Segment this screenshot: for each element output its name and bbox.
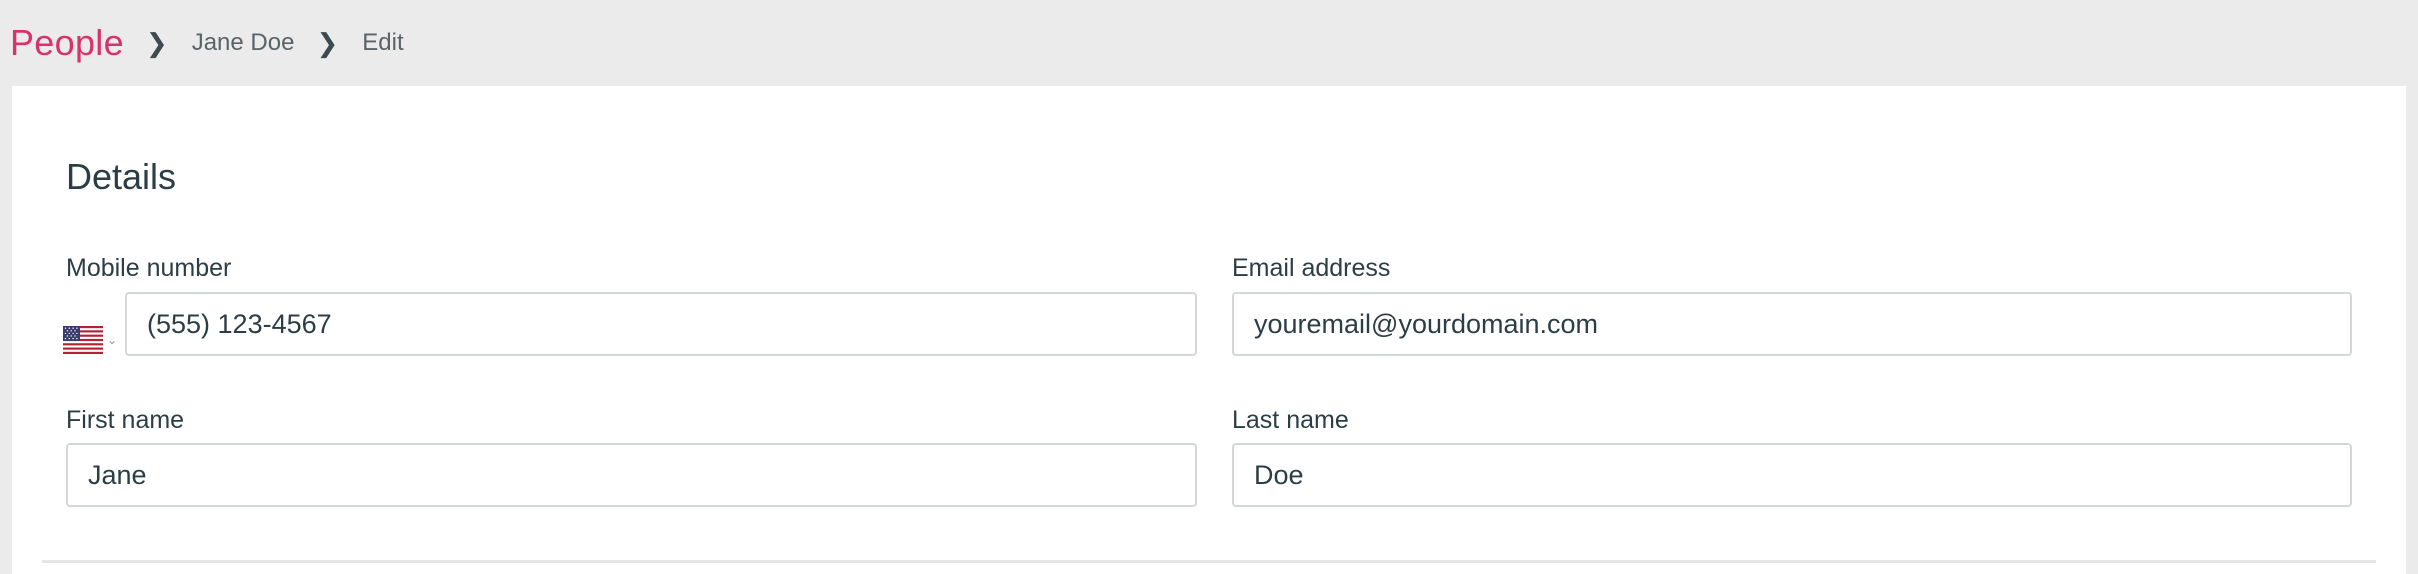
- section-title: Details: [66, 156, 177, 197]
- last-name-label: Last name: [1232, 406, 1349, 434]
- breadcrumb-current: Edit: [362, 29, 404, 56]
- mobile-number-label: Mobile number: [66, 254, 232, 282]
- details-card: Details Mobile number ⌄ Email address Fi…: [12, 86, 2406, 574]
- section-divider: [42, 560, 2376, 563]
- breadcrumb-person-link[interactable]: Jane Doe: [192, 29, 295, 57]
- last-name-input[interactable]: [1232, 443, 2352, 507]
- first-name-label: First name: [66, 406, 185, 434]
- chevron-down-icon: ⌄: [107, 333, 118, 347]
- breadcrumb: People ❯ Jane Doe ❯ Edit: [0, 0, 2418, 86]
- email-address-input[interactable]: [1232, 292, 2352, 356]
- first-name-input[interactable]: [66, 443, 1197, 507]
- email-address-label: Email address: [1232, 254, 1391, 282]
- breadcrumb-people-link[interactable]: People: [10, 22, 124, 64]
- breadcrumb-separator-icon: ❯: [145, 28, 168, 58]
- breadcrumb-separator-icon: ❯: [316, 28, 339, 58]
- mobile-number-input[interactable]: [125, 292, 1197, 356]
- country-code-select[interactable]: ⌄: [63, 308, 125, 372]
- us-flag-icon: [63, 326, 103, 354]
